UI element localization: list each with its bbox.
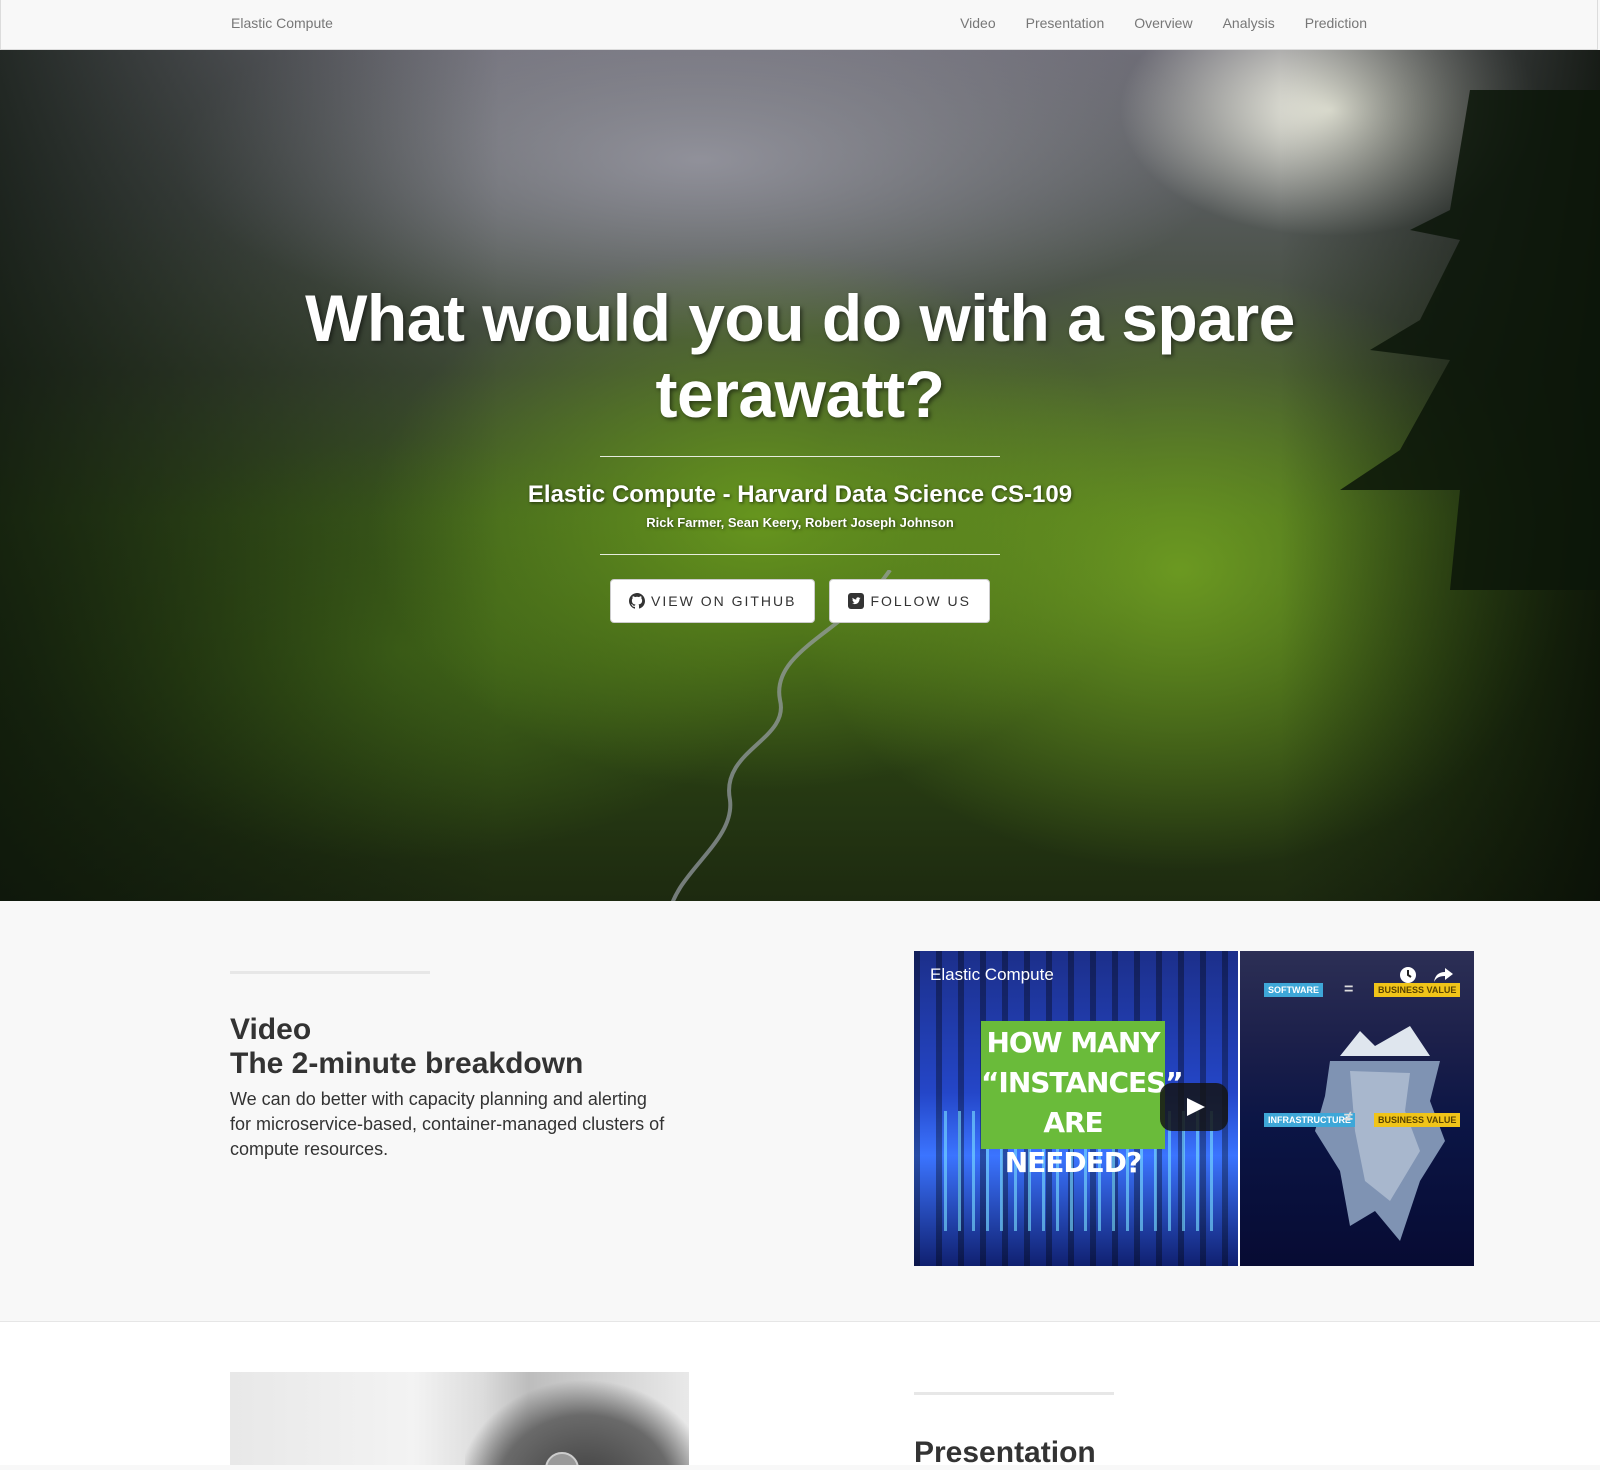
top-navbar: Elastic Compute Video Presentation Overv…: [0, 0, 1598, 50]
hero-subtitle: Elastic Compute - Harvard Data Science C…: [527, 481, 1073, 508]
nav-link-analysis[interactable]: Analysis: [1223, 15, 1275, 31]
video-section-lead: We can do better with capacity planning …: [230, 1089, 665, 1159]
nav-links: Video Presentation Overview Analysis Pre…: [930, 15, 1367, 31]
follow-us-label: Follow Us: [870, 593, 971, 609]
video-section-heading: Video The 2-minute breakdown: [230, 1013, 583, 1081]
hero-title: What would you do with a spare terawatt?: [250, 280, 1350, 432]
hero-divider-bottom: [600, 554, 1000, 555]
nav-link-video[interactable]: Video: [960, 15, 996, 31]
hero-banner: What would you do with a spare terawatt?…: [0, 50, 1600, 901]
hero-title-line2: terawatt?: [655, 357, 945, 431]
video-heading-line1: Video: [230, 1013, 312, 1046]
thumbnail-headline-line2: “INSTANCES”: [981, 1066, 1184, 1099]
tag-infrastructure: INFRASTRUCTURE: [1264, 1113, 1355, 1127]
nav-link-prediction[interactable]: Prediction: [1305, 15, 1367, 31]
video-title: Elastic Compute: [930, 965, 1054, 984]
view-on-github-button[interactable]: View on GitHub: [610, 579, 816, 623]
hero-content: What would you do with a spare terawatt?…: [250, 280, 1350, 623]
nav-link-presentation[interactable]: Presentation: [1026, 15, 1105, 31]
follow-us-button[interactable]: Follow Us: [829, 579, 990, 623]
video-heading-line2: The 2-minute breakdown: [230, 1047, 584, 1080]
not-equals-sign: ≠: [1344, 1109, 1353, 1126]
video-section: Video The 2-minute breakdown We can do b…: [0, 901, 1600, 1322]
nav-link-overview[interactable]: Overview: [1134, 15, 1192, 31]
view-on-github-label: View on GitHub: [651, 593, 797, 609]
hero-button-group: View on GitHub Follow Us: [250, 579, 1350, 623]
speaker-shirt: [465, 1372, 689, 1465]
thumbnail-headline-line1: HOW MANY: [986, 1026, 1160, 1059]
tag-business-value-top: BUSINESS VALUE: [1374, 983, 1461, 997]
thumbnail-headline-line3: ARE NEEDED?: [1004, 1106, 1143, 1179]
presentation-photo: [230, 1372, 689, 1465]
github-icon: [629, 593, 646, 609]
brand-link[interactable]: Elastic Compute: [231, 15, 333, 31]
video-embed[interactable]: SOFTWARE = BUSINESS VALUE INFRASTRUCTURE…: [914, 951, 1474, 1266]
share-icon[interactable]: [1432, 965, 1454, 985]
thumbnail-headline: HOW MANY “INSTANCES” ARE NEEDED?: [981, 1021, 1184, 1179]
thumbnail-iceberg-panel: SOFTWARE = BUSINESS VALUE INFRASTRUCTURE…: [1240, 951, 1474, 1266]
presentation-section: Presentation: [0, 1322, 1600, 1469]
tag-software: SOFTWARE: [1264, 983, 1323, 997]
tag-business-value-bottom: BUSINESS VALUE: [1374, 1113, 1461, 1127]
play-button[interactable]: [1160, 1083, 1228, 1131]
presentation-section-divider: [914, 1392, 1114, 1395]
video-top-icons: [1398, 965, 1454, 985]
hero-divider-top: [600, 456, 1000, 457]
equals-sign: =: [1344, 981, 1354, 998]
twitter-square-icon: [848, 593, 865, 609]
clock-icon[interactable]: [1398, 965, 1418, 985]
video-section-divider: [230, 971, 430, 974]
hero-title-line1: What would you do with a spare: [305, 281, 1295, 355]
hero-authors: Rick Farmer, Sean Keery, Robert Joseph J…: [646, 515, 954, 530]
